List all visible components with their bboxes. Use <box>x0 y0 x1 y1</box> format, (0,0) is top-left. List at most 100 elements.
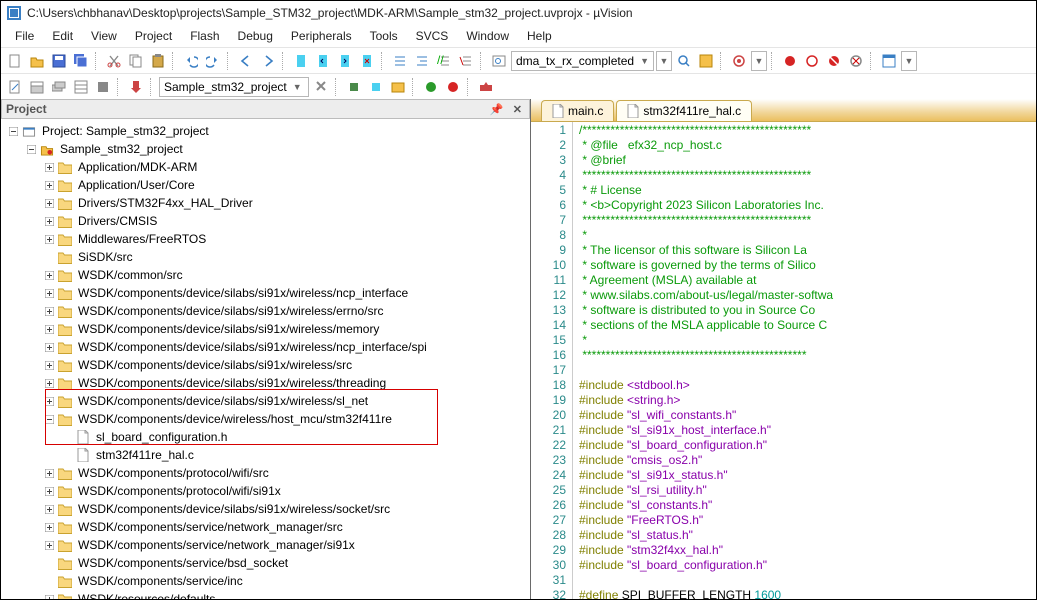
tree-folder[interactable]: Drivers/CMSIS <box>1 212 530 230</box>
menu-window[interactable]: Window <box>458 27 517 45</box>
collapse-icon[interactable] <box>41 411 57 427</box>
menu-file[interactable]: File <box>7 27 42 45</box>
debug-dropdown[interactable]: ▼ <box>751 51 767 71</box>
tree-folder[interactable]: Middlewares/FreeRTOS <box>1 230 530 248</box>
redo-icon[interactable] <box>203 51 223 71</box>
tree-folder[interactable]: Application/User/Core <box>1 176 530 194</box>
tree-folder[interactable]: SiSDK/src <box>1 248 530 266</box>
tree-folder[interactable]: Drivers/STM32F4xx_HAL_Driver <box>1 194 530 212</box>
tree-folder[interactable]: WSDK/components/service/network_manager/… <box>1 518 530 536</box>
expand-icon[interactable] <box>41 519 57 535</box>
find-in-files-icon[interactable] <box>674 51 694 71</box>
menu-flash[interactable]: Flash <box>182 27 227 45</box>
comment-icon[interactable]: // <box>434 51 454 71</box>
options-icon[interactable] <box>476 77 496 97</box>
outdent-icon[interactable] <box>412 51 432 71</box>
menu-peripherals[interactable]: Peripherals <box>283 27 360 45</box>
nav-fwd-icon[interactable] <box>258 51 278 71</box>
menu-debug[interactable]: Debug <box>230 27 281 45</box>
tree-folder[interactable]: Sample_stm32_project <box>1 140 530 158</box>
expand-icon[interactable] <box>41 537 57 553</box>
save-icon[interactable] <box>49 51 69 71</box>
tree-folder[interactable]: WSDK/common/src <box>1 266 530 284</box>
run-icon[interactable] <box>421 77 441 97</box>
collapse-icon[interactable] <box>23 141 39 157</box>
expand-icon[interactable] <box>41 483 57 499</box>
expand-icon[interactable] <box>41 177 57 193</box>
tree-folder[interactable]: WSDK/components/device/wireless/host_mcu… <box>1 410 530 428</box>
tree-folder[interactable]: WSDK/components/service/inc <box>1 572 530 590</box>
tree-folder[interactable]: Project: Sample_stm32_project <box>1 122 530 140</box>
stop-build-icon[interactable] <box>93 77 113 97</box>
find-icon[interactable] <box>489 51 509 71</box>
tree-folder[interactable]: WSDK/components/device/silabs/si91x/wire… <box>1 302 530 320</box>
expand-icon[interactable] <box>41 393 57 409</box>
select-packs-icon[interactable] <box>366 77 386 97</box>
expand-icon[interactable] <box>41 213 57 229</box>
project-tree[interactable]: Project: Sample_stm32_projectSample_stm3… <box>1 119 530 600</box>
expand-icon[interactable] <box>41 339 57 355</box>
find-dropdown[interactable]: dma_tx_rx_completed▼ <box>511 51 654 71</box>
tree-file[interactable]: sl_board_configuration.h <box>1 428 530 446</box>
expand-icon[interactable] <box>41 231 57 247</box>
uncomment-icon[interactable] <box>456 51 476 71</box>
tree-folder[interactable]: WSDK/components/protocol/wifi/src <box>1 464 530 482</box>
expand-icon[interactable] <box>41 195 57 211</box>
paste-icon[interactable] <box>148 51 168 71</box>
tree-folder[interactable]: Application/MDK-ARM <box>1 158 530 176</box>
tree-folder[interactable]: WSDK/components/device/silabs/si91x/wire… <box>1 338 530 356</box>
window-dropdown[interactable]: ▼ <box>901 51 917 71</box>
save-all-icon[interactable] <box>71 51 91 71</box>
bookmark-prev-icon[interactable] <box>313 51 333 71</box>
tree-folder[interactable]: WSDK/components/device/silabs/si91x/wire… <box>1 374 530 392</box>
tree-folder[interactable]: WSDK/components/device/silabs/si91x/wire… <box>1 500 530 518</box>
tree-folder[interactable]: WSDK/components/device/silabs/si91x/wire… <box>1 320 530 338</box>
menu-help[interactable]: Help <box>519 27 560 45</box>
breakpoint-enable-icon[interactable] <box>802 51 822 71</box>
pack-installer-icon[interactable] <box>388 77 408 97</box>
batch-build-icon[interactable] <box>71 77 91 97</box>
incremental-find-icon[interactable] <box>696 51 716 71</box>
breakpoint-insert-icon[interactable] <box>780 51 800 71</box>
window-icon[interactable] <box>879 51 899 71</box>
expand-icon[interactable] <box>41 285 57 301</box>
indent-icon[interactable] <box>390 51 410 71</box>
debug-icon[interactable] <box>729 51 749 71</box>
pin-icon[interactable]: 📌 <box>487 104 507 116</box>
menu-tools[interactable]: Tools <box>362 27 406 45</box>
tree-folder[interactable]: WSDK/resources/defaults <box>1 590 530 600</box>
expand-icon[interactable] <box>41 303 57 319</box>
menu-project[interactable]: Project <box>127 27 180 45</box>
tree-folder[interactable]: WSDK/components/device/silabs/si91x/wire… <box>1 284 530 302</box>
tree-folder[interactable]: WSDK/components/service/bsd_socket <box>1 554 530 572</box>
bookmark-next-icon[interactable] <box>335 51 355 71</box>
tree-folder[interactable]: WSDK/components/protocol/wifi/si91x <box>1 482 530 500</box>
tree-folder[interactable]: WSDK/components/device/silabs/si91x/wire… <box>1 356 530 374</box>
find-history-dropdown[interactable]: ▼ <box>656 51 672 71</box>
build-icon[interactable] <box>27 77 47 97</box>
code-body[interactable]: /***************************************… <box>573 122 1036 600</box>
expand-icon[interactable] <box>41 321 57 337</box>
breakpoint-kill-icon[interactable] <box>846 51 866 71</box>
close-icon[interactable]: ✕ <box>510 104 525 116</box>
undo-icon[interactable] <box>181 51 201 71</box>
collapse-icon[interactable] <box>5 123 21 139</box>
expand-icon[interactable] <box>41 159 57 175</box>
copy-icon[interactable] <box>126 51 146 71</box>
expand-icon[interactable] <box>41 501 57 517</box>
expand-icon[interactable] <box>41 465 57 481</box>
new-file-icon[interactable] <box>5 51 25 71</box>
editor-tab[interactable]: main.c <box>541 100 614 121</box>
cut-icon[interactable] <box>104 51 124 71</box>
expand-icon[interactable] <box>41 267 57 283</box>
bookmark-clear-icon[interactable] <box>357 51 377 71</box>
rebuild-icon[interactable] <box>49 77 69 97</box>
expand-icon[interactable] <box>41 357 57 373</box>
target-options-icon[interactable] <box>311 77 331 97</box>
tree-file[interactable]: stm32f411re_hal.c <box>1 446 530 464</box>
open-icon[interactable] <box>27 51 47 71</box>
bookmark-toggle-icon[interactable] <box>291 51 311 71</box>
tree-folder[interactable]: WSDK/components/service/network_manager/… <box>1 536 530 554</box>
target-dropdown[interactable]: Sample_stm32_project▼ <box>159 77 309 97</box>
manage-rte-icon[interactable] <box>344 77 364 97</box>
